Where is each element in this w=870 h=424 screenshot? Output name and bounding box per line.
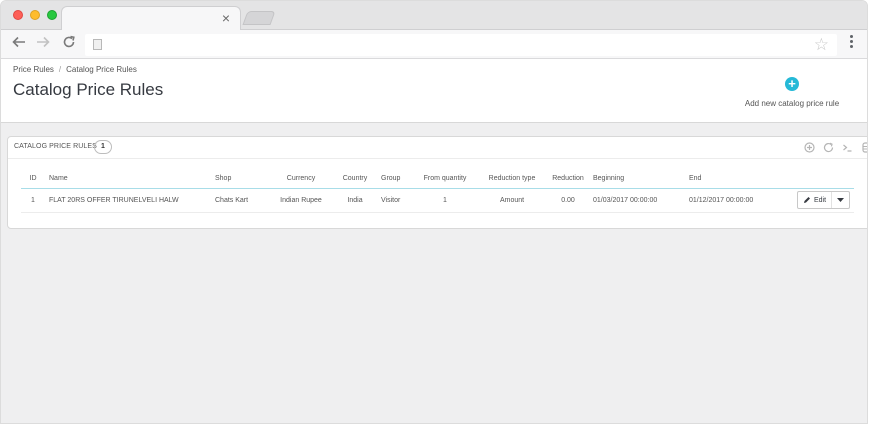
page-title: Catalog Price Rules [13,80,164,99]
actions-dropdown-button[interactable] [831,192,849,208]
column-header-reduction-type[interactable]: Reduction type [477,169,547,189]
browser-toolbar: ☆ [1,30,867,59]
cell-reduction-type: Amount [477,188,547,213]
column-header-shop[interactable]: Shop [211,169,269,189]
maximize-window-button[interactable] [47,10,57,20]
edit-label: Edit [814,196,827,204]
menu-dots-icon[interactable] [849,35,855,53]
window-controls [13,10,57,20]
cell-country: India [333,188,377,213]
column-header-currency[interactable]: Currency [269,169,333,189]
back-arrow-icon[interactable] [9,34,29,54]
sql-query-icon[interactable] [842,142,853,153]
column-header-reduction[interactable]: Reduction [547,169,589,189]
forward-arrow-icon[interactable] [33,34,53,54]
column-header-id[interactable]: ID [21,169,45,189]
cell-reduction: 0.00 [547,188,589,213]
edit-button[interactable]: Edit [798,192,831,208]
add-circle-icon: + [785,77,799,91]
column-header-end[interactable]: End [685,169,793,189]
page-header: Price Rules / Catalog Price Rules Catalog … [1,59,867,123]
column-header-country[interactable]: Country [333,169,377,189]
column-header-actions [793,169,855,189]
panel-heading: CATALOG PRICE RULES 1 [8,137,867,159]
price-rules-table: ID Name Shop Currency Country Group From… [21,169,855,213]
column-header-name[interactable]: Name [45,169,211,189]
column-header-group[interactable]: Group [377,169,413,189]
active-tab[interactable]: × [61,6,241,31]
tab-strip: × [1,1,867,31]
database-icon[interactable] [861,142,867,153]
panel-title: CATALOG PRICE RULES [14,143,97,150]
cell-from-quantity: 1 [413,188,477,213]
reload-icon[interactable] [59,34,79,54]
caret-down-icon [837,197,845,202]
cell-shop: Chats Kart [211,188,269,213]
cell-end: 01/12/2017 00:00:00 [685,188,793,213]
tab-close-icon[interactable]: × [222,10,230,26]
pencil-icon [804,197,810,203]
new-tab-button[interactable] [242,11,276,25]
minimize-window-button[interactable] [30,10,40,20]
catalog-price-rules-panel: CATALOG PRICE RULES 1 ID Name Shop Curre… [7,136,867,229]
cell-beginning: 01/03/2017 00:00:00 [589,188,685,213]
cell-group: Visitor [377,188,413,213]
address-bar[interactable]: ☆ [85,34,837,56]
breadcrumb-separator: / [58,65,62,74]
row-action-group: Edit [797,191,851,209]
breadcrumb-catalog-price-rules[interactable]: Catalog Price Rules [66,65,137,74]
cell-id: 1 [21,188,45,213]
panel-tools [804,142,867,153]
cell-currency: Indian Rupee [269,188,333,213]
add-new-label: Add new catalog price rule [744,99,840,108]
page-icon [93,39,102,50]
column-header-beginning[interactable]: Beginning [589,169,685,189]
add-icon[interactable] [804,142,815,153]
table-row[interactable]: 1 FLAT 20RS OFFER TIRUNELVELI HALW Chats… [21,188,855,213]
panel-count-badge: 1 [94,140,112,154]
star-icon[interactable]: ☆ [814,35,829,55]
close-window-button[interactable] [13,10,23,20]
column-header-from-quantity[interactable]: From quantity [413,169,477,189]
refresh-icon[interactable] [823,142,834,153]
breadcrumb-price-rules[interactable]: Price Rules [13,65,54,74]
table-header-row: ID Name Shop Currency Country Group From… [21,169,855,189]
breadcrumb: Price Rules / Catalog Price Rules [13,65,137,74]
cell-name: FLAT 20RS OFFER TIRUNELVELI HALW [45,188,211,213]
browser-window: × ☆ Price Rules / Catalog Price Rules Cata… [0,0,868,424]
cell-actions: Edit [793,188,855,213]
add-new-catalog-price-rule-button[interactable]: + Add new catalog price rule [737,75,847,109]
